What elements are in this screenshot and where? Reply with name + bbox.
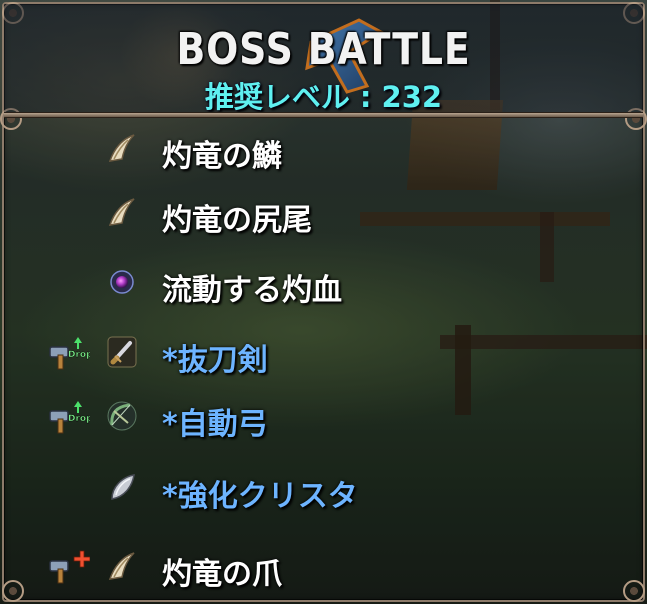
drop-badge-text: Drop: [68, 414, 90, 424]
claw-icon: [108, 552, 135, 580]
drop-hammer-badge-icon: Drop: [49, 337, 90, 370]
recommended-level-label: 推奨レベル: [204, 80, 350, 114]
recommended-level: 推奨レベル:232: [4, 74, 643, 116]
hammer-plus-badge-icon: [49, 550, 90, 584]
list-item[interactable]: *強化クリスタ: [0, 457, 647, 517]
orb-icon: [110, 270, 134, 294]
item-name: 灼竜の尻尾: [162, 203, 312, 238]
item-name: *自動弓: [162, 407, 268, 442]
list-item[interactable]: Drop *自動弓: [0, 385, 647, 445]
drop-hammer-badge-icon: Drop: [49, 401, 90, 434]
item-name: 流動する灼血: [162, 273, 342, 308]
sword-icon: [107, 336, 137, 368]
item-name: 灼竜の爪: [162, 557, 282, 592]
recommended-level-value: 232: [381, 80, 443, 114]
list-item[interactable]: 灼竜の鱗: [0, 117, 647, 177]
item-name: *抜刀剣: [162, 343, 268, 378]
level-separator: :: [359, 80, 372, 114]
list-item[interactable]: Drop *抜刀剣: [0, 321, 647, 381]
crystal-icon: [111, 474, 135, 500]
item-name: *強化クリスタ: [162, 479, 358, 514]
boss-battle-title: BOSS BATTLE: [176, 24, 471, 75]
claw-icon: [108, 198, 135, 226]
bow-icon: [107, 401, 137, 431]
list-item[interactable]: 灼竜の尻尾: [0, 181, 647, 241]
list-item[interactable]: 流動する灼血: [0, 251, 647, 311]
list-item[interactable]: 灼竜の爪: [0, 535, 647, 595]
item-name: 灼竜の鱗: [162, 139, 282, 174]
boss-header: BOSS BATTLE 推奨レベル:232: [4, 4, 643, 114]
claw-icon: [108, 134, 135, 162]
drop-badge-text: Drop: [68, 350, 90, 360]
